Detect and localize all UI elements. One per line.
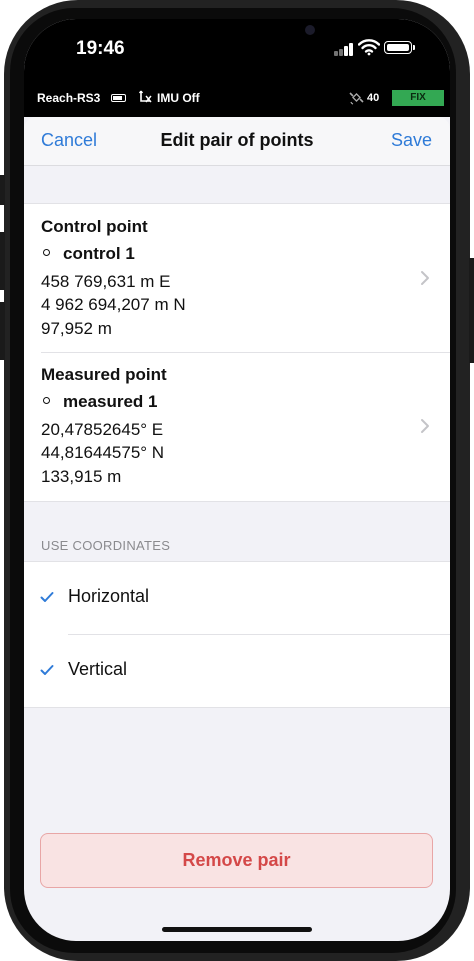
side-button-left-2	[0, 232, 5, 290]
phone-device: 19:46 Reach-RS3 IMU Off 40 FIX Edit pair…	[0, 0, 474, 961]
save-button[interactable]: Save	[391, 130, 432, 151]
point-dot-icon	[43, 397, 50, 405]
home-indicator[interactable]	[162, 927, 312, 932]
imu-status: IMU Off	[157, 91, 200, 105]
point-dot-icon	[43, 249, 50, 257]
cancel-button[interactable]: Cancel	[41, 130, 97, 151]
side-button-left-1	[0, 175, 5, 205]
navigation-bar: Edit pair of points Cancel Save	[24, 117, 450, 166]
use-coordinates-group: Horizontal Vertical	[24, 561, 450, 708]
satellite-icon	[349, 92, 364, 105]
chevron-right-icon	[421, 419, 429, 433]
control-point-name: control 1	[63, 244, 135, 263]
option-horizontal[interactable]: Horizontal	[24, 562, 450, 635]
measured-point-name: measured 1	[63, 392, 158, 411]
chevron-right-icon	[421, 271, 429, 285]
control-point-name-row: control 1	[41, 244, 135, 264]
satellite-count: 40	[367, 92, 380, 104]
side-button-left-3	[0, 302, 5, 360]
fix-status-badge: FIX	[392, 90, 444, 106]
measured-point-longitude: 44,81644575° N	[41, 443, 165, 462]
measured-point-latitude: 20,47852645° E	[41, 420, 164, 439]
side-button-right	[469, 258, 474, 363]
control-point-elevation: 97,952 m	[41, 319, 112, 338]
option-vertical[interactable]: Vertical	[24, 635, 450, 707]
device-name: Reach-RS3	[37, 91, 101, 105]
device-battery-icon	[111, 94, 126, 102]
notch	[156, 19, 318, 53]
control-point-title: Control point	[41, 217, 148, 236]
imu-icon	[138, 90, 152, 103]
checkmark-icon	[40, 592, 54, 602]
battery-tip	[413, 45, 415, 50]
option-horizontal-label: Horizontal	[68, 586, 150, 606]
measured-point-elevation: 133,915 m	[41, 467, 122, 486]
control-point-northing: 4 962 694,207 m N	[41, 295, 186, 314]
checkmark-icon	[40, 665, 54, 675]
screen: 19:46 Reach-RS3 IMU Off 40 FIX Edit pair…	[24, 19, 450, 941]
measured-point-cell[interactable]: Measured point measured 1 20,47852645° E…	[24, 352, 450, 500]
front-camera	[305, 25, 315, 35]
battery-icon	[384, 41, 412, 54]
points-group: Control point control 1 458 769,631 m E …	[24, 203, 450, 502]
reach-status-bar[interactable]: Reach-RS3 IMU Off 40 FIX	[24, 87, 450, 117]
measured-point-name-row: measured 1	[41, 392, 158, 412]
status-time: 19:46	[76, 38, 125, 59]
control-point-cell[interactable]: Control point control 1 458 769,631 m E …	[24, 204, 450, 353]
use-coordinates-header: USE COORDINATES	[41, 538, 171, 553]
measured-point-title: Measured point	[41, 365, 167, 384]
wifi-icon	[358, 39, 380, 56]
control-point-easting: 458 769,631 m E	[41, 272, 171, 291]
remove-pair-button[interactable]: Remove pair	[40, 833, 433, 888]
option-vertical-label: Vertical	[68, 659, 128, 679]
